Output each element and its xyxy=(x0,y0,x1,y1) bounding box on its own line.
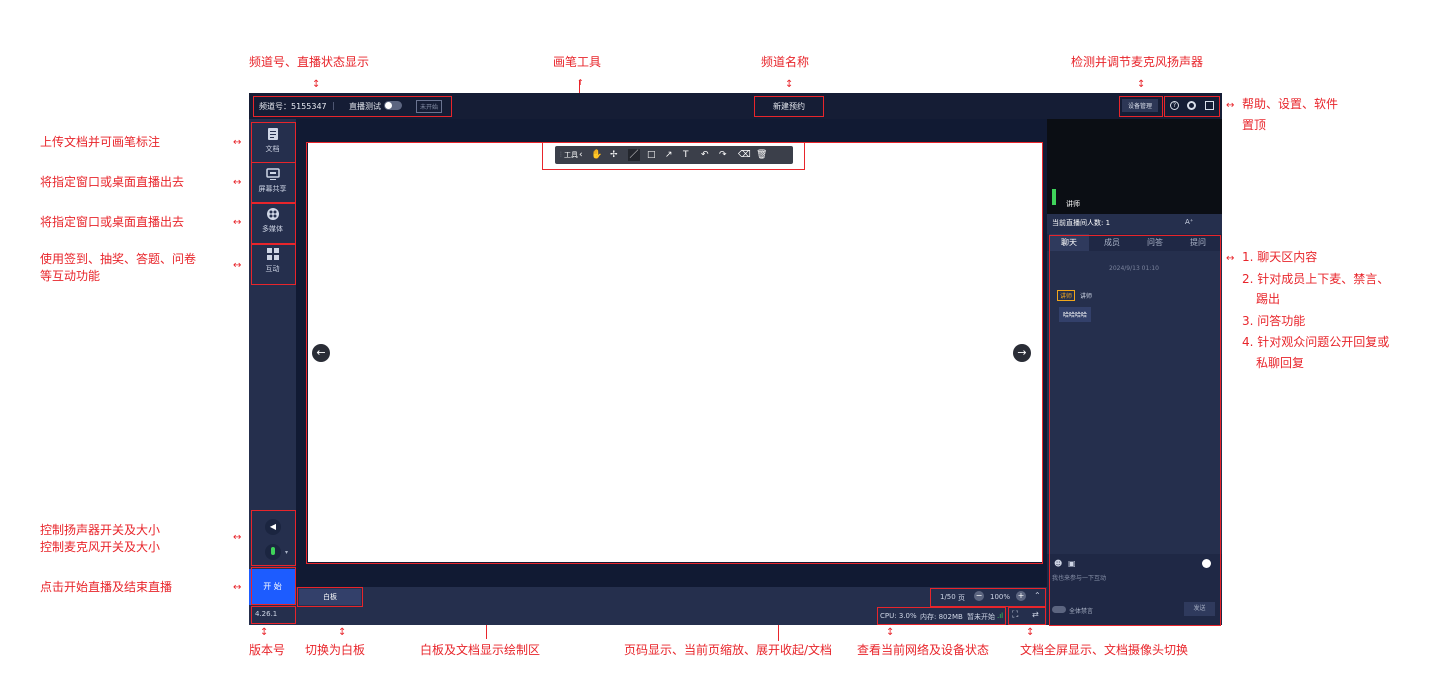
annotation-arrow: ↕ xyxy=(1137,79,1146,90)
annotation-chat-1: 1. 聊天区内容 xyxy=(1242,250,1318,264)
annotation-chat-4b: 私聊回复 xyxy=(1256,356,1305,370)
highlight-help-settings xyxy=(1164,96,1220,117)
annotation-fullscreen: 文档全屏显示、文档摄像头切换 xyxy=(1020,643,1189,657)
annotation-arrow: ↕ xyxy=(886,627,895,638)
annotation-arrow: ↕ xyxy=(338,627,347,638)
highlight-channel-status xyxy=(253,96,452,117)
annotation-whiteboard-switch: 切换为白板 xyxy=(305,643,366,657)
annotation-chat-2b: 踢出 xyxy=(1256,292,1281,306)
highlight-network-status xyxy=(877,607,1006,625)
annotation-pen-tool: 画笔工具 xyxy=(553,55,602,69)
online-count: 当前直播间人数: 1 xyxy=(1052,219,1111,227)
annotation-arrow: ↕ xyxy=(1026,627,1035,638)
annotation-channel-name: 频道名称 xyxy=(761,55,810,69)
annotation-arrow: ↔ xyxy=(1226,100,1235,111)
annotation-arrow: ↔ xyxy=(233,532,242,543)
annotation-arrow: ↔ xyxy=(233,137,242,148)
annotation-device-check: 检测并调节麦克风扬声器 xyxy=(1071,55,1204,69)
annotation-chat-4: 4. 针对观众问题公开回复或 xyxy=(1242,335,1390,349)
highlight-channel-name xyxy=(754,96,824,117)
highlight-audio-controls xyxy=(251,510,296,566)
annotation-page-controls: 页码显示、当前页缩放、展开收起/文档 xyxy=(624,643,833,657)
annotation-version: 版本号 xyxy=(249,643,286,657)
annotation-interaction: 使用签到、抽奖、答题、问卷 xyxy=(40,252,197,266)
highlight-sidebar-multimedia xyxy=(251,203,296,244)
highlight-drawing-area xyxy=(306,142,1043,564)
font-size-button[interactable]: A⁺ xyxy=(1185,218,1193,226)
highlight-version xyxy=(251,606,296,624)
highlight-sidebar-document xyxy=(251,122,296,163)
annotation-help-settings-2: 置顶 xyxy=(1242,118,1267,132)
annotation-multimedia: 将指定窗口或桌面直播出去 xyxy=(40,215,185,229)
annotation-arrow: ↕ xyxy=(260,627,269,638)
highlight-chat-panel xyxy=(1049,235,1221,626)
highlight-sidebar-interaction xyxy=(251,244,296,285)
highlight-sidebar-screen-share xyxy=(251,162,296,203)
annotation-arrow: ↑ xyxy=(577,78,584,87)
annotation-upload-doc: 上传文档并可画笔标注 xyxy=(40,135,161,149)
highlight-page-controls xyxy=(930,588,1046,607)
annotation-arrow: ↔ xyxy=(233,217,242,228)
annotation-network-status: 查看当前网络及设备状态 xyxy=(857,643,990,657)
mic-level-icon xyxy=(1052,189,1056,205)
annotation-chat-2: 2. 针对成员上下麦、禁言、 xyxy=(1242,272,1390,286)
annotation-help-settings: 帮助、设置、软件 xyxy=(1242,97,1339,111)
annotation-speaker-ctrl: 控制扬声器开关及大小 xyxy=(40,523,161,537)
annotation-arrow: ↔ xyxy=(233,177,242,188)
annotation-chat-3: 3. 问答功能 xyxy=(1242,314,1306,328)
annotation-screen-share: 将指定窗口或桌面直播出去 xyxy=(40,175,185,189)
highlight-device-mgmt xyxy=(1119,96,1163,117)
annotation-mic-ctrl: 控制麦克风开关及大小 xyxy=(40,540,161,554)
highlight-whiteboard-tab xyxy=(297,587,363,607)
annotation-start-end: 点击开始直播及结束直播 xyxy=(40,580,173,594)
annotation-channel-status: 频道号、直播状态显示 xyxy=(249,55,370,69)
annotation-arrow: ↕ xyxy=(312,79,321,90)
highlight-fullscreen xyxy=(1008,607,1046,625)
annotation-arrow: ↔ xyxy=(1226,253,1235,264)
annotation-arrow: ↔ xyxy=(233,260,242,271)
annotation-arrow: ↕ xyxy=(785,79,794,90)
teacher-label: 讲师 xyxy=(1066,200,1080,208)
annotation-drawing-area: 白板及文档显示绘制区 xyxy=(420,643,541,657)
annotation-interaction-2: 等互动功能 xyxy=(40,269,101,283)
annotation-arrow: ↔ xyxy=(233,582,242,593)
highlight-start-button xyxy=(251,567,296,605)
